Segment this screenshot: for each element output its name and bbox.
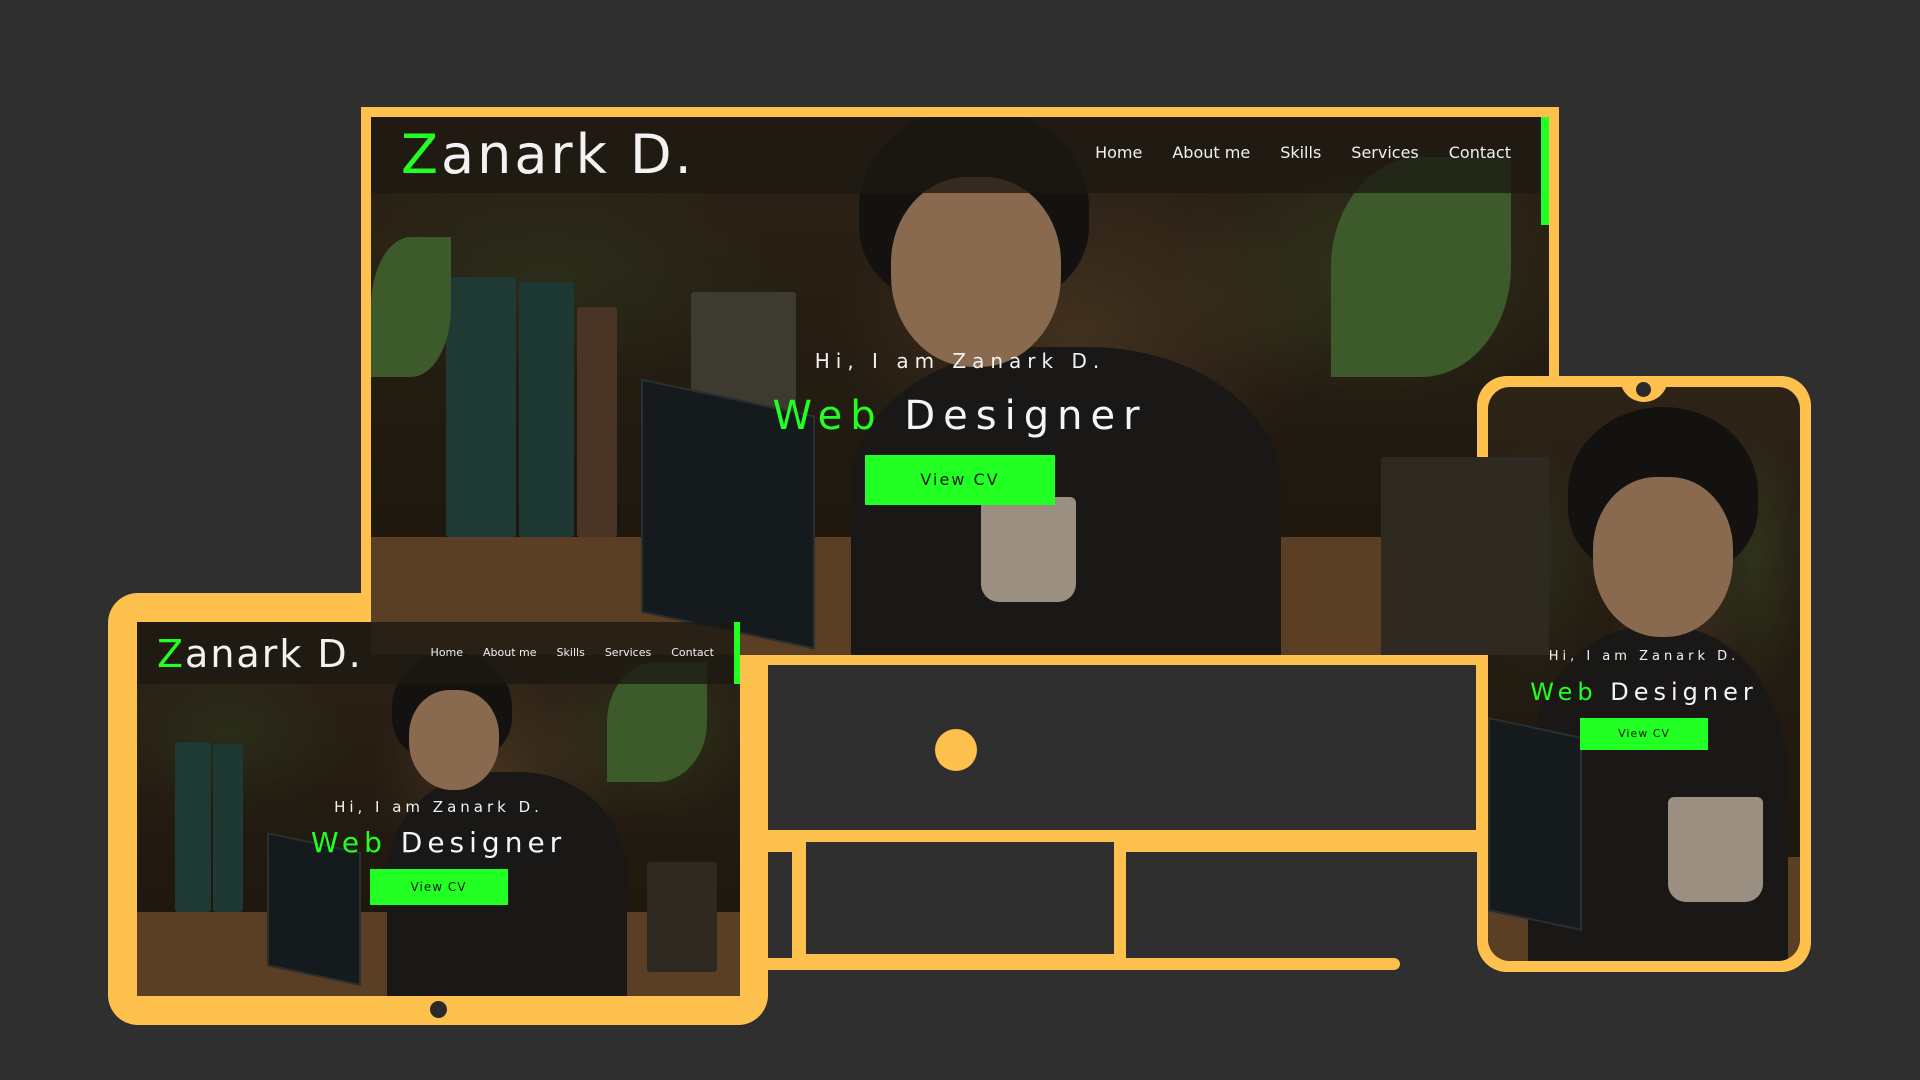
desktop-navbar: Zanark D. Home About me Skills Services … (371, 117, 1549, 193)
nav-about[interactable]: About me (1172, 143, 1250, 162)
nav-skills[interactable]: Skills (557, 646, 585, 659)
scrollbar-thumb[interactable] (734, 622, 740, 684)
desktop-screen: Zanark D. Home About me Skills Services … (371, 117, 1549, 655)
view-cv-button[interactable]: View CV (369, 869, 508, 905)
nav-services[interactable]: Services (1351, 143, 1418, 162)
power-indicator-icon (935, 729, 977, 771)
logo-text: anark D. (441, 123, 695, 186)
coffee-mug (1668, 797, 1763, 902)
desktop-nav: Home About me Skills Services Contact (1095, 143, 1511, 162)
role-text: Designer (400, 826, 567, 859)
role-text: Designer (1610, 678, 1758, 706)
site-logo[interactable]: Zanark D. (401, 123, 695, 186)
role-text: Designer (904, 393, 1148, 439)
site-logo[interactable]: Zanark D. (157, 632, 363, 676)
tablet-nav: Home About me Skills Services Contact (431, 646, 714, 659)
webcam-icon (1636, 382, 1651, 397)
hero-role: Web Designer (371, 393, 1549, 439)
nav-skills[interactable]: Skills (1280, 143, 1321, 162)
person-face (891, 177, 1061, 367)
monitor-stand-cut (806, 842, 1114, 954)
logo-initial: Z (401, 123, 441, 186)
monitor-base (740, 958, 1400, 970)
tablet-screen: Zanark D. Home About me Skills Services … (137, 622, 740, 996)
monitor-chin-panel (752, 665, 1476, 830)
logo-text: anark D. (185, 632, 363, 676)
hero-greeting: Hi, I am Zanark D. (334, 798, 543, 816)
logo-initial: Z (157, 632, 186, 676)
hero: Hi, I am Zanark D. Web Designer View CV (371, 349, 1549, 505)
person-face (409, 690, 499, 790)
nav-home[interactable]: Home (1095, 143, 1142, 162)
hero: Hi, I am Zanark D. Web Designer View CV (1488, 649, 1800, 750)
hero-role: Web Designer (137, 826, 740, 859)
nav-contact[interactable]: Contact (1449, 143, 1511, 162)
nav-home[interactable]: Home (431, 646, 463, 659)
role-accent: Web (772, 393, 884, 439)
coffee-mug (981, 497, 1076, 602)
person-face (1593, 477, 1733, 637)
nav-contact[interactable]: Contact (671, 646, 714, 659)
view-cv-button[interactable]: View CV (865, 455, 1055, 505)
hero-greeting: Hi, I am Zanark D. (1548, 649, 1740, 664)
view-cv-button[interactable]: View CV (1580, 718, 1708, 750)
hero-role: Web Designer (1488, 678, 1800, 706)
nav-services[interactable]: Services (605, 646, 651, 659)
nav-about[interactable]: About me (483, 646, 537, 659)
hero: Hi, I am Zanark D. Web Designer View CV (137, 798, 740, 905)
role-accent: Web (310, 826, 387, 859)
home-button-icon (430, 1001, 447, 1018)
scrollbar-thumb[interactable] (1541, 117, 1549, 225)
hero-greeting: Hi, I am Zanark D. (814, 349, 1106, 373)
role-accent: Web (1530, 678, 1598, 706)
tablet-navbar: Zanark D. Home About me Skills Services … (137, 622, 740, 684)
